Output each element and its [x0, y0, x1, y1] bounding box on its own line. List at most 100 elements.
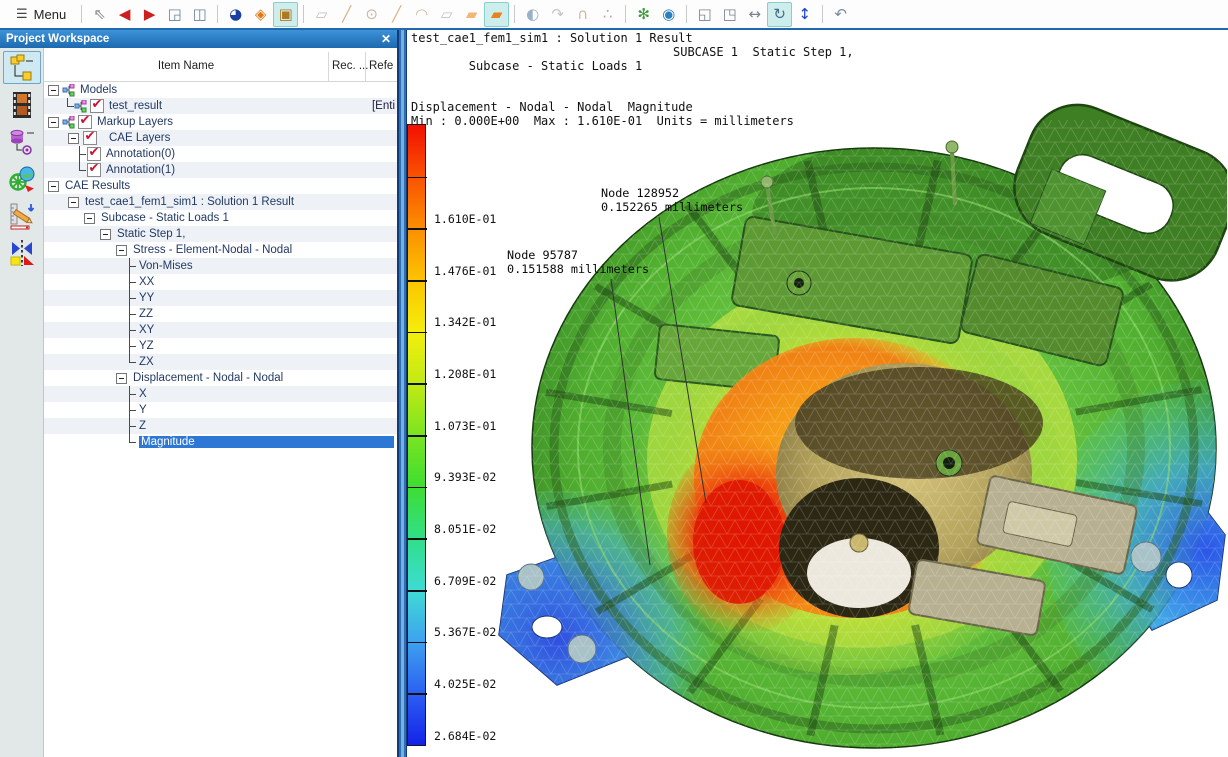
assembly-navigator-icon[interactable] [3, 51, 41, 84]
close-icon[interactable]: ✕ [381, 32, 391, 46]
view-cube-icon[interactable]: ▣ [273, 2, 298, 27]
legend-value: 1.342E-01 [434, 315, 496, 329]
markup-tool-icon[interactable] [3, 199, 41, 232]
session-display-icon[interactable] [3, 162, 41, 195]
section-view-icon[interactable]: ◐ [520, 2, 545, 27]
sheet-body-icon[interactable]: ▱ [434, 2, 459, 27]
tree-node-icon [74, 100, 88, 113]
circle-tool-icon[interactable]: ⊙ [359, 2, 384, 27]
tree-row[interactable]: Displacement - Nodal - Nodal [44, 370, 397, 386]
tree-row[interactable]: Z [44, 418, 397, 434]
tree-item-label: Y [139, 404, 147, 416]
panel-splitter[interactable] [397, 30, 407, 757]
tree-row[interactable]: ✔test_result[Enti [44, 98, 397, 114]
model-history-icon[interactable] [3, 125, 41, 158]
tree-item-label: Magnitude [139, 436, 394, 448]
tree-expander-icon[interactable] [68, 197, 79, 208]
checkbox-checked-icon[interactable]: ✔ [83, 131, 97, 145]
graphics-viewport[interactable]: test_cae1_fem1_sim1 : Solution 1 Result … [407, 30, 1228, 757]
tree-row[interactable]: Models [44, 82, 397, 98]
bridge-curve-icon[interactable]: ↷ [545, 2, 570, 27]
tree-item-label: Z [139, 420, 146, 432]
tree-row[interactable]: CAE Results [44, 178, 397, 194]
tree-expander-icon[interactable] [116, 373, 127, 384]
previous-page-icon[interactable]: ◀ [112, 2, 137, 27]
checkbox-checked-icon[interactable]: ✔ [78, 115, 92, 129]
tree-row[interactable]: ✔Annotation(1) [44, 162, 397, 178]
undo-icon[interactable]: ↶ [828, 2, 853, 27]
find-icon[interactable]: ◫ [187, 2, 212, 27]
tree-connector [124, 274, 136, 290]
toolbar-separator [625, 5, 626, 23]
checkbox-checked-icon[interactable]: ✔ [90, 99, 104, 113]
tree-row[interactable]: ZX [44, 354, 397, 370]
node-annotation-value: 0.151588 millimeters [507, 263, 649, 277]
datum-plane-icon[interactable]: ▱ [309, 2, 334, 27]
checkbox-checked-icon[interactable]: ✔ [87, 147, 101, 161]
tree-row[interactable]: Stress - Element-Nodal - Nodal [44, 242, 397, 258]
rotate-view-icon[interactable]: ↻ [767, 2, 792, 27]
fit-width-icon[interactable]: ↔ [742, 2, 767, 27]
arc-curve-icon[interactable]: ∩ [570, 2, 595, 27]
tree-expander-icon[interactable] [68, 133, 79, 144]
diagonal-tool-icon[interactable]: ╱ [384, 2, 409, 27]
tree-row[interactable]: XY [44, 322, 397, 338]
zoom-region-icon[interactable]: ◲ [162, 2, 187, 27]
tree-row[interactable]: ✔Markup Layers [44, 114, 397, 130]
spline-points-icon[interactable]: ∴ [595, 2, 620, 27]
tree-row[interactable]: Magnitude [44, 434, 397, 450]
tree-row[interactable]: X [44, 386, 397, 402]
tree-row[interactable]: Y [44, 402, 397, 418]
tree-expander-icon[interactable] [100, 229, 111, 240]
fea-model-canvas[interactable] [407, 30, 1227, 757]
window-zoom-icon[interactable]: ◱ [692, 2, 717, 27]
tree-expander-icon[interactable] [48, 117, 59, 128]
display-mode-icon[interactable]: ◕ [223, 2, 248, 27]
panel-icon-strip [0, 48, 44, 757]
node-annotation: Node 1289520.152265 millimeters [601, 187, 743, 214]
tree-row[interactable]: ZZ [44, 306, 397, 322]
next-page-icon[interactable]: ▶ [137, 2, 162, 27]
tree-item-label: test_cae1_fem1_sim1 : Solution 1 Result [85, 196, 294, 208]
globe-icon[interactable]: ◉ [656, 2, 681, 27]
tree-row[interactable]: ✔Annotation(0) [44, 146, 397, 162]
column-rec[interactable]: Rec. ... [332, 60, 368, 72]
column-item-name[interactable]: Item Name [44, 60, 328, 72]
panel-title-bar[interactable]: Project Workspace ✕ [0, 30, 397, 48]
tree-expander-icon[interactable] [48, 181, 59, 192]
tree-connector [124, 290, 136, 306]
tree-connector [124, 306, 136, 322]
tree-expander-icon[interactable] [116, 245, 127, 256]
orient-view-icon[interactable]: ◈ [248, 2, 273, 27]
checkbox-checked-icon[interactable]: ✔ [87, 163, 101, 177]
select-arrow-icon[interactable]: ⇖ [87, 2, 112, 27]
tree-expander-icon[interactable] [48, 85, 59, 96]
tree-node-icon [62, 116, 76, 129]
zoom-in-out-icon[interactable]: ↕ [792, 2, 817, 27]
tools-display-icon[interactable]: ✻ [631, 2, 656, 27]
animation-icon[interactable] [3, 88, 41, 121]
tree-node-icon [62, 84, 76, 97]
tree-row[interactable]: Von-Mises [44, 258, 397, 274]
pad-body-icon[interactable]: ▰ [459, 2, 484, 27]
tree-row[interactable]: YZ [44, 338, 397, 354]
tree-expander-icon[interactable] [84, 213, 95, 224]
tree-row[interactable]: Static Step 1, [44, 226, 397, 242]
solid-block-icon[interactable]: ▰ [484, 2, 509, 27]
arc-tool-icon[interactable]: ◠ [409, 2, 434, 27]
tree-row[interactable]: YY [44, 290, 397, 306]
tree-row[interactable]: ✔CAE Layers [44, 130, 397, 146]
mirror-display-icon[interactable] [3, 236, 41, 269]
menu-button[interactable]: ☰ Menu [6, 2, 76, 26]
legend-value: 1.208E-01 [434, 367, 496, 381]
tree-row[interactable]: XX [44, 274, 397, 290]
tree-row[interactable]: test_cae1_fem1_sim1 : Solution 1 Result [44, 194, 397, 210]
fit-view-icon[interactable]: ◳ [717, 2, 742, 27]
legend-value: 1.476E-01 [434, 264, 496, 278]
tree-column-header[interactable]: Item Name Rec. ... Refe [44, 48, 397, 82]
legend-tick [408, 383, 427, 385]
tree-row[interactable]: Subcase - Static Loads 1 [44, 210, 397, 226]
tree-item-right-text: [Enti [372, 100, 395, 112]
line-tool-icon[interactable]: ╱ [334, 2, 359, 27]
column-ref[interactable]: Refe [369, 60, 393, 72]
